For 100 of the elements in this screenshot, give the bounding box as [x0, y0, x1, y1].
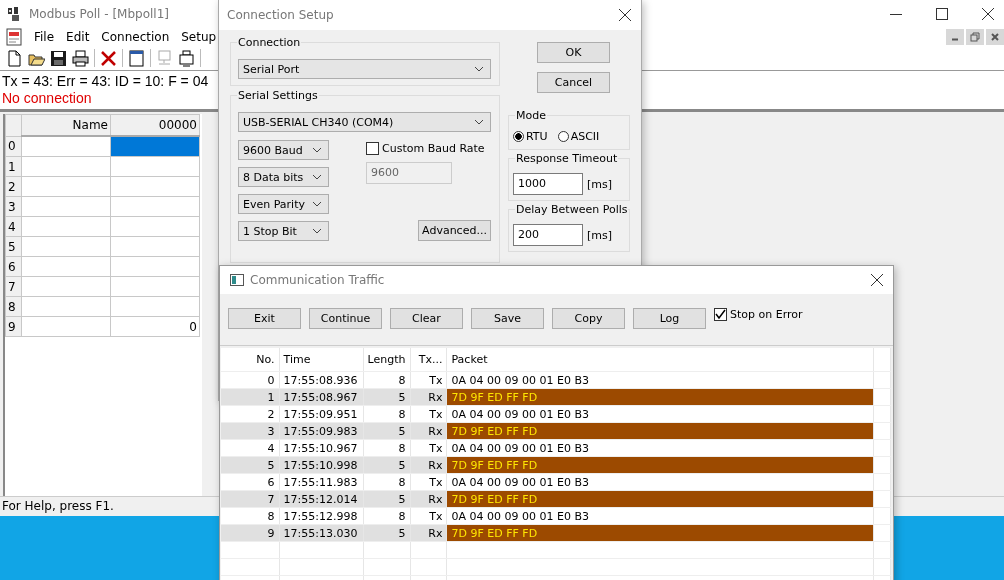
close-icon[interactable] — [619, 9, 631, 21]
column-header: 00000 — [110, 114, 200, 136]
radio-button[interactable] — [513, 131, 524, 142]
row-header: 6 — [5, 256, 22, 277]
close-icon[interactable] — [871, 274, 883, 286]
monitor-icon[interactable] — [156, 49, 173, 67]
toolbar-button[interactable]: Copy — [552, 308, 625, 329]
window-title: Communication Traffic — [250, 273, 385, 287]
table-cell: Tx — [410, 371, 447, 389]
row-header: 1 — [5, 156, 22, 177]
dropdown[interactable]: Even Parity — [238, 194, 329, 214]
checkbox[interactable] — [366, 142, 379, 155]
table-cell: 8 — [363, 439, 411, 457]
restore-icon[interactable] — [966, 29, 984, 45]
advanced-button[interactable]: Advanced... — [418, 220, 491, 241]
close-icon[interactable] — [986, 29, 1004, 45]
row-header: 5 — [5, 236, 22, 257]
toolbar-button[interactable]: Log — [633, 308, 706, 329]
dropdown[interactable]: Serial Port — [238, 59, 491, 79]
table-cell: 0A 04 00 09 00 01 E0 B3 — [447, 439, 874, 457]
menu-item[interactable]: File — [28, 30, 61, 44]
dropdown[interactable]: USB-SERIAL CH340 (COM4) — [238, 112, 491, 132]
window-icon — [230, 274, 244, 286]
new-document-icon[interactable] — [6, 49, 23, 67]
unit-label: [ms] — [587, 228, 613, 242]
table-cell: 8 — [363, 473, 411, 491]
chevron-down-icon — [474, 119, 484, 125]
dropdown[interactable]: 1 Stop Bit — [238, 221, 329, 241]
table-cell: 8 — [363, 371, 411, 389]
table-cell: 17:55:09.951 — [279, 405, 364, 423]
row-header: 7 — [5, 276, 22, 297]
column-header: Name — [21, 114, 111, 136]
maximize-icon[interactable] — [936, 8, 948, 20]
table-cell: 8 — [363, 507, 411, 525]
menu-item[interactable]: Edit — [60, 30, 96, 44]
save-icon[interactable] — [50, 49, 67, 67]
input-field[interactable]: 1000 — [513, 173, 583, 195]
table-cell: Tx — [410, 473, 447, 491]
table-cell: Tx — [410, 405, 447, 423]
table-cell: Tx — [410, 507, 447, 525]
column-header[interactable]: Tx... — [410, 348, 447, 372]
menu-item[interactable]: Setup — [175, 30, 223, 44]
table-cell: Tx — [410, 439, 447, 457]
chevron-down-icon — [312, 174, 322, 180]
row-header: 8 — [5, 296, 22, 317]
table-cell: 8 — [221, 507, 280, 525]
printer-icon[interactable] — [72, 49, 89, 67]
checkbox[interactable] — [714, 308, 727, 321]
row-header: 0 — [5, 136, 22, 157]
window-icon[interactable] — [128, 49, 145, 67]
table-cell: 6 — [221, 473, 280, 491]
table-cell: 0A 04 00 09 00 01 E0 B3 — [447, 473, 874, 491]
toolbar-button[interactable]: Save — [471, 308, 544, 329]
checkmark-icon — [715, 309, 726, 320]
chevron-down-icon — [312, 228, 322, 234]
plug-icon[interactable] — [178, 49, 195, 67]
group-label: Response Timeout — [515, 152, 619, 165]
input-field[interactable]: 200 — [513, 224, 583, 246]
column-header[interactable]: No. — [221, 348, 280, 372]
status-text: Tx = 43: Err = 43: ID = 10: F = 04 — [2, 73, 209, 90]
dialog-button[interactable]: OK — [537, 42, 610, 63]
radio-label: ASCII — [570, 130, 600, 143]
dropdown[interactable]: 8 Data bits — [238, 167, 329, 187]
checkbox-label: Custom Baud Rate — [382, 142, 485, 155]
column-header[interactable]: Length — [363, 348, 411, 372]
table-cell: 8 — [363, 405, 411, 423]
close-icon[interactable] — [982, 8, 994, 20]
toolbar-button[interactable]: Continue — [309, 308, 382, 329]
radio-button[interactable] — [557, 131, 569, 142]
table-cell: 17:55:12.998 — [279, 507, 364, 525]
chevron-down-icon — [312, 201, 322, 207]
table-cell: 17:55:10.967 — [279, 439, 364, 457]
column-header[interactable]: Packet — [447, 348, 874, 372]
delete-icon[interactable] — [100, 49, 117, 67]
unit-label: [ms] — [587, 177, 613, 191]
checkbox-label: Stop on Error — [730, 308, 803, 321]
group-label: Delay Between Polls — [515, 203, 629, 216]
table-cell: 0 — [221, 371, 280, 389]
toolbar-button[interactable]: Exit — [228, 308, 301, 329]
group-label: Serial Settings — [237, 89, 319, 102]
table-cell: 17:55:08.936 — [279, 371, 364, 389]
chevron-down-icon — [312, 147, 322, 153]
table-cell: 0A 04 00 09 00 01 E0 B3 — [447, 371, 874, 389]
table-cell: 17:55:11.983 — [279, 473, 364, 491]
toolbar-button[interactable]: Clear — [390, 308, 463, 329]
dialog-button[interactable]: Cancel — [537, 72, 610, 93]
group-label: Mode — [515, 109, 547, 122]
table-cell: 4 — [221, 439, 280, 457]
table-cell: 0A 04 00 09 00 01 E0 B3 — [447, 405, 874, 423]
dialog-title: Connection Setup — [227, 8, 334, 22]
table-cell: 2 — [221, 405, 280, 423]
row-header: 9 — [5, 316, 22, 337]
radio-label: RTU — [526, 130, 548, 143]
column-header[interactable]: Time — [279, 348, 364, 372]
row-header: 2 — [5, 176, 22, 197]
dropdown[interactable]: 9600 Baud — [238, 140, 329, 160]
chevron-down-icon — [474, 66, 484, 72]
menu-item[interactable]: Connection — [95, 30, 176, 44]
group-label: Connection — [237, 36, 302, 49]
row-header: 3 — [5, 196, 22, 217]
